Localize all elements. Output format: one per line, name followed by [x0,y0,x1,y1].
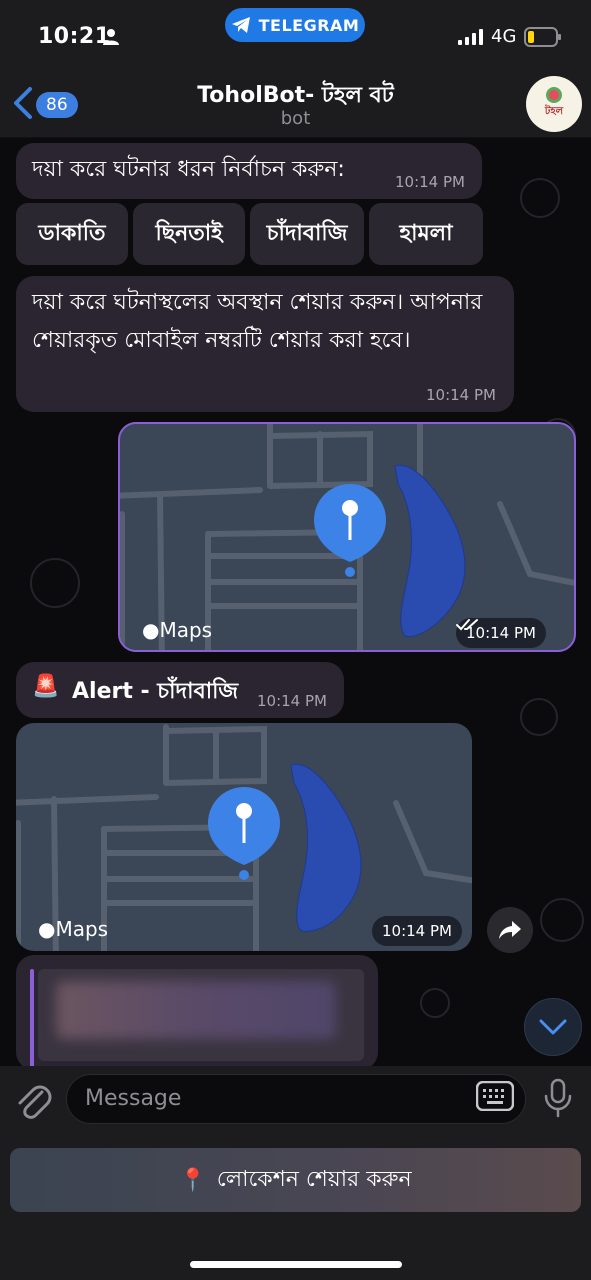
message-input[interactable]: Message [66,1074,526,1124]
chat-subtitle: bot [280,108,311,129]
outgoing-location-map[interactable]: ●Maps 10:14 PM [118,422,576,652]
pin-emoji: 📍 [179,1167,207,1193]
incoming-location-map[interactable]: ●Maps 10:14 PM [16,723,472,951]
blurred-content [38,969,364,1061]
status-bar: 10:21 TELEGRAM 4G [0,0,591,66]
maps-apple-icon: ● [38,917,56,941]
option-button-snatching[interactable]: ছিনতাই [133,203,245,265]
signal-icon [458,29,483,45]
incoming-message-bubble: দয়া করে ঘটনাস্থলের অবস্থান শেয়ার করুন।… [16,276,514,412]
message-time: 10:14 PM [395,173,465,191]
blurred-message-bubble [16,955,378,1070]
double-check-icon [456,619,478,631]
map-timestamp: 10:14 PM [372,916,462,946]
location-pin-icon [314,484,386,577]
forward-button[interactable] [487,907,533,953]
home-indicator[interactable] [190,1261,402,1268]
incoming-message-bubble: দয়া করে ঘটনার ধরন নির্বাচন করুন: 10:14 … [16,143,482,199]
option-button-extortion[interactable]: চাঁদাবাজি [250,203,364,265]
network-type: 4G [491,26,517,47]
avatar-logo-mark [546,87,562,103]
message-text: দয়া করে ঘটনার ধরন নির্বাচন করুন: [32,157,345,182]
map-water [394,464,466,638]
alert-message-bubble: 🚨 Alert - চাঁদাবাজি 10:14 PM [16,662,344,718]
person-icon [103,29,119,45]
apple-maps-label: ●Maps [142,618,213,642]
maps-apple-icon: ● [142,618,160,642]
quote-bar [30,969,34,1069]
apple-maps-label: ●Maps [38,917,109,941]
mic-icon[interactable] [543,1078,573,1118]
message-time: 10:14 PM [426,386,496,404]
return-to-telegram-pill[interactable]: TELEGRAM [225,8,365,42]
reply-keyboard: 📍 লোকেশন শেয়ার করুন [0,1134,591,1280]
siren-emoji: 🚨 [32,674,60,699]
keyboard-icon[interactable] [476,1081,514,1111]
attach-icon[interactable] [14,1080,52,1120]
share-location-label: লোকেশন শেয়ার করুন [216,1166,412,1192]
option-button-attack[interactable]: হামলা [369,203,483,265]
chat-header: 86 ToholBot- টহল বট bot টহল [0,66,591,138]
bot-avatar[interactable]: টহল [526,76,582,132]
map-timestamp: 10:14 PM [456,618,546,648]
alert-text: Alert - চাঁদাবাজি [72,679,239,704]
map-water [290,763,362,932]
share-location-button[interactable]: 📍 লোকেশন শেয়ার করুন [10,1148,581,1212]
telegram-icon [231,17,250,33]
option-button-robbery[interactable]: ডাকাতি [16,203,128,265]
avatar-logo-text: টহল [544,106,564,117]
message-text: দয়া করে ঘটনাস্থলের অবস্থান শেয়ার করুন।… [32,290,483,353]
status-time: 10:21 [38,24,111,49]
telegram-pill-label: TELEGRAM [258,15,360,35]
scroll-to-bottom-button[interactable] [524,998,582,1056]
chevron-down-icon [539,1019,567,1035]
forward-icon [499,921,521,939]
message-time: 10:14 PM [257,692,327,710]
location-pin-icon [208,787,280,880]
battery-icon [524,27,561,47]
